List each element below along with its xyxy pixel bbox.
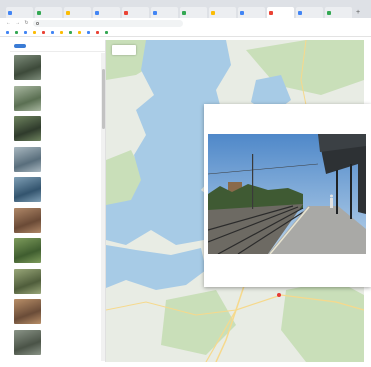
photo-thumbnail[interactable] bbox=[14, 177, 41, 202]
bookmarks-bar bbox=[0, 28, 371, 37]
address-bar[interactable] bbox=[33, 19, 183, 27]
photo-list-item[interactable] bbox=[10, 297, 102, 328]
photo-person-head bbox=[330, 194, 333, 198]
browser-tab[interactable] bbox=[151, 7, 178, 18]
tab-favicon-icon bbox=[66, 10, 70, 15]
bookmark-favicon-icon bbox=[6, 30, 9, 34]
photo-list-item[interactable] bbox=[10, 175, 102, 206]
bookmark-favicon-icon bbox=[69, 30, 72, 34]
browser-tab[interactable] bbox=[93, 7, 120, 18]
browser-tab[interactable] bbox=[64, 7, 91, 18]
tab-favicon-icon bbox=[153, 10, 157, 15]
photo-thumbnail[interactable] bbox=[14, 329, 41, 355]
map-type-toggle bbox=[112, 45, 136, 55]
photo-list-item[interactable] bbox=[10, 206, 102, 237]
scrollbar-thumb[interactable] bbox=[101, 69, 105, 129]
bookmark-item[interactable] bbox=[15, 30, 19, 34]
bookmark-item[interactable] bbox=[60, 30, 64, 34]
bookmark-favicon-icon bbox=[105, 30, 108, 34]
photo-thumbnail[interactable] bbox=[14, 207, 41, 233]
photo-thumbnail[interactable] bbox=[14, 116, 41, 141]
tab-favicon-icon bbox=[211, 10, 215, 15]
bookmark-favicon-icon bbox=[96, 30, 99, 34]
browser-tab[interactable] bbox=[296, 7, 323, 18]
tab-favicon-icon bbox=[182, 10, 186, 15]
photo-canopy-pillar bbox=[336, 170, 338, 214]
browser-tab[interactable] bbox=[6, 7, 33, 18]
back-arrow-icon[interactable]: ← bbox=[6, 18, 11, 28]
reload-icon[interactable]: ↻ bbox=[24, 18, 29, 28]
photo-sidebar bbox=[10, 40, 106, 362]
forward-arrow-icon[interactable]: → bbox=[15, 18, 20, 28]
popup-photo[interactable] bbox=[208, 134, 366, 254]
bookmark-favicon-icon bbox=[78, 30, 81, 34]
lock-icon bbox=[36, 21, 39, 25]
photo-thumbnail[interactable] bbox=[14, 85, 41, 111]
photo-canopy-pillar bbox=[350, 164, 352, 219]
photo-list-item[interactable] bbox=[10, 114, 102, 145]
photo-list-item[interactable] bbox=[10, 236, 102, 267]
photo-thumbnail[interactable] bbox=[14, 146, 41, 172]
map-pin[interactable] bbox=[277, 293, 282, 297]
photo-list-item[interactable] bbox=[10, 84, 102, 115]
photo-list-item[interactable] bbox=[10, 267, 102, 298]
bookmark-item[interactable] bbox=[42, 30, 46, 34]
photo-list-item[interactable] bbox=[10, 328, 102, 359]
tab-favicon-icon bbox=[124, 10, 128, 15]
sidebar-tab-1[interactable] bbox=[36, 44, 48, 48]
bookmark-favicon-icon bbox=[24, 30, 27, 34]
photo-popup bbox=[204, 104, 371, 287]
photo-thumbnail[interactable] bbox=[14, 55, 41, 80]
photo-pole bbox=[252, 154, 254, 209]
browser-tab[interactable] bbox=[180, 7, 207, 18]
bookmark-item[interactable] bbox=[87, 30, 91, 34]
photo-list-scrollbar[interactable] bbox=[101, 53, 105, 361]
photo-list-item[interactable] bbox=[10, 145, 102, 176]
bookmark-favicon-icon bbox=[60, 30, 63, 34]
map-type-map-button[interactable] bbox=[112, 45, 124, 55]
sidebar-tab-0[interactable] bbox=[14, 43, 26, 48]
bookmark-favicon-icon bbox=[15, 30, 18, 34]
bookmark-item[interactable] bbox=[33, 30, 37, 34]
browser-tab[interactable] bbox=[325, 7, 352, 18]
photo-list bbox=[10, 53, 102, 361]
bookmark-favicon-icon bbox=[33, 30, 36, 34]
tab-favicon-icon bbox=[298, 10, 302, 15]
bookmark-item[interactable] bbox=[69, 30, 73, 34]
browser-tab[interactable] bbox=[209, 7, 236, 18]
photo-thumbnail[interactable] bbox=[14, 268, 41, 294]
bookmark-item[interactable] bbox=[51, 30, 55, 34]
bookmark-favicon-icon bbox=[51, 30, 54, 34]
photo-person bbox=[330, 198, 333, 208]
photo-thumbnail[interactable] bbox=[14, 238, 41, 263]
tab-favicon-icon bbox=[269, 10, 273, 15]
bookmark-item[interactable] bbox=[6, 30, 10, 34]
bookmark-item[interactable] bbox=[24, 30, 28, 34]
new-tab-button[interactable]: + bbox=[354, 7, 362, 18]
browser-tab[interactable] bbox=[122, 7, 149, 18]
map-type-satellite-button[interactable] bbox=[124, 45, 136, 55]
tab-favicon-icon bbox=[37, 10, 41, 15]
tab-favicon-icon bbox=[327, 10, 331, 15]
bookmark-favicon-icon bbox=[87, 30, 90, 34]
photo-thumbnail[interactable] bbox=[14, 299, 41, 324]
browser-tab[interactable] bbox=[238, 7, 265, 18]
bookmark-favicon-icon bbox=[42, 30, 45, 34]
map-pin-icon[interactable] bbox=[277, 293, 281, 297]
tab-favicon-icon bbox=[95, 10, 99, 15]
bookmark-item[interactable] bbox=[78, 30, 82, 34]
tab-favicon-icon bbox=[8, 10, 12, 15]
sidebar-tabs bbox=[10, 40, 105, 52]
bookmark-item[interactable] bbox=[96, 30, 100, 34]
photo-list-item[interactable] bbox=[10, 53, 102, 84]
tab-favicon-icon bbox=[240, 10, 244, 15]
bookmark-item[interactable] bbox=[105, 30, 109, 34]
browser-tab-strip: + bbox=[0, 0, 371, 18]
browser-tab[interactable] bbox=[35, 7, 62, 18]
browser-tab[interactable] bbox=[267, 7, 294, 18]
browser-toolbar: ← → ↻ bbox=[0, 18, 371, 28]
